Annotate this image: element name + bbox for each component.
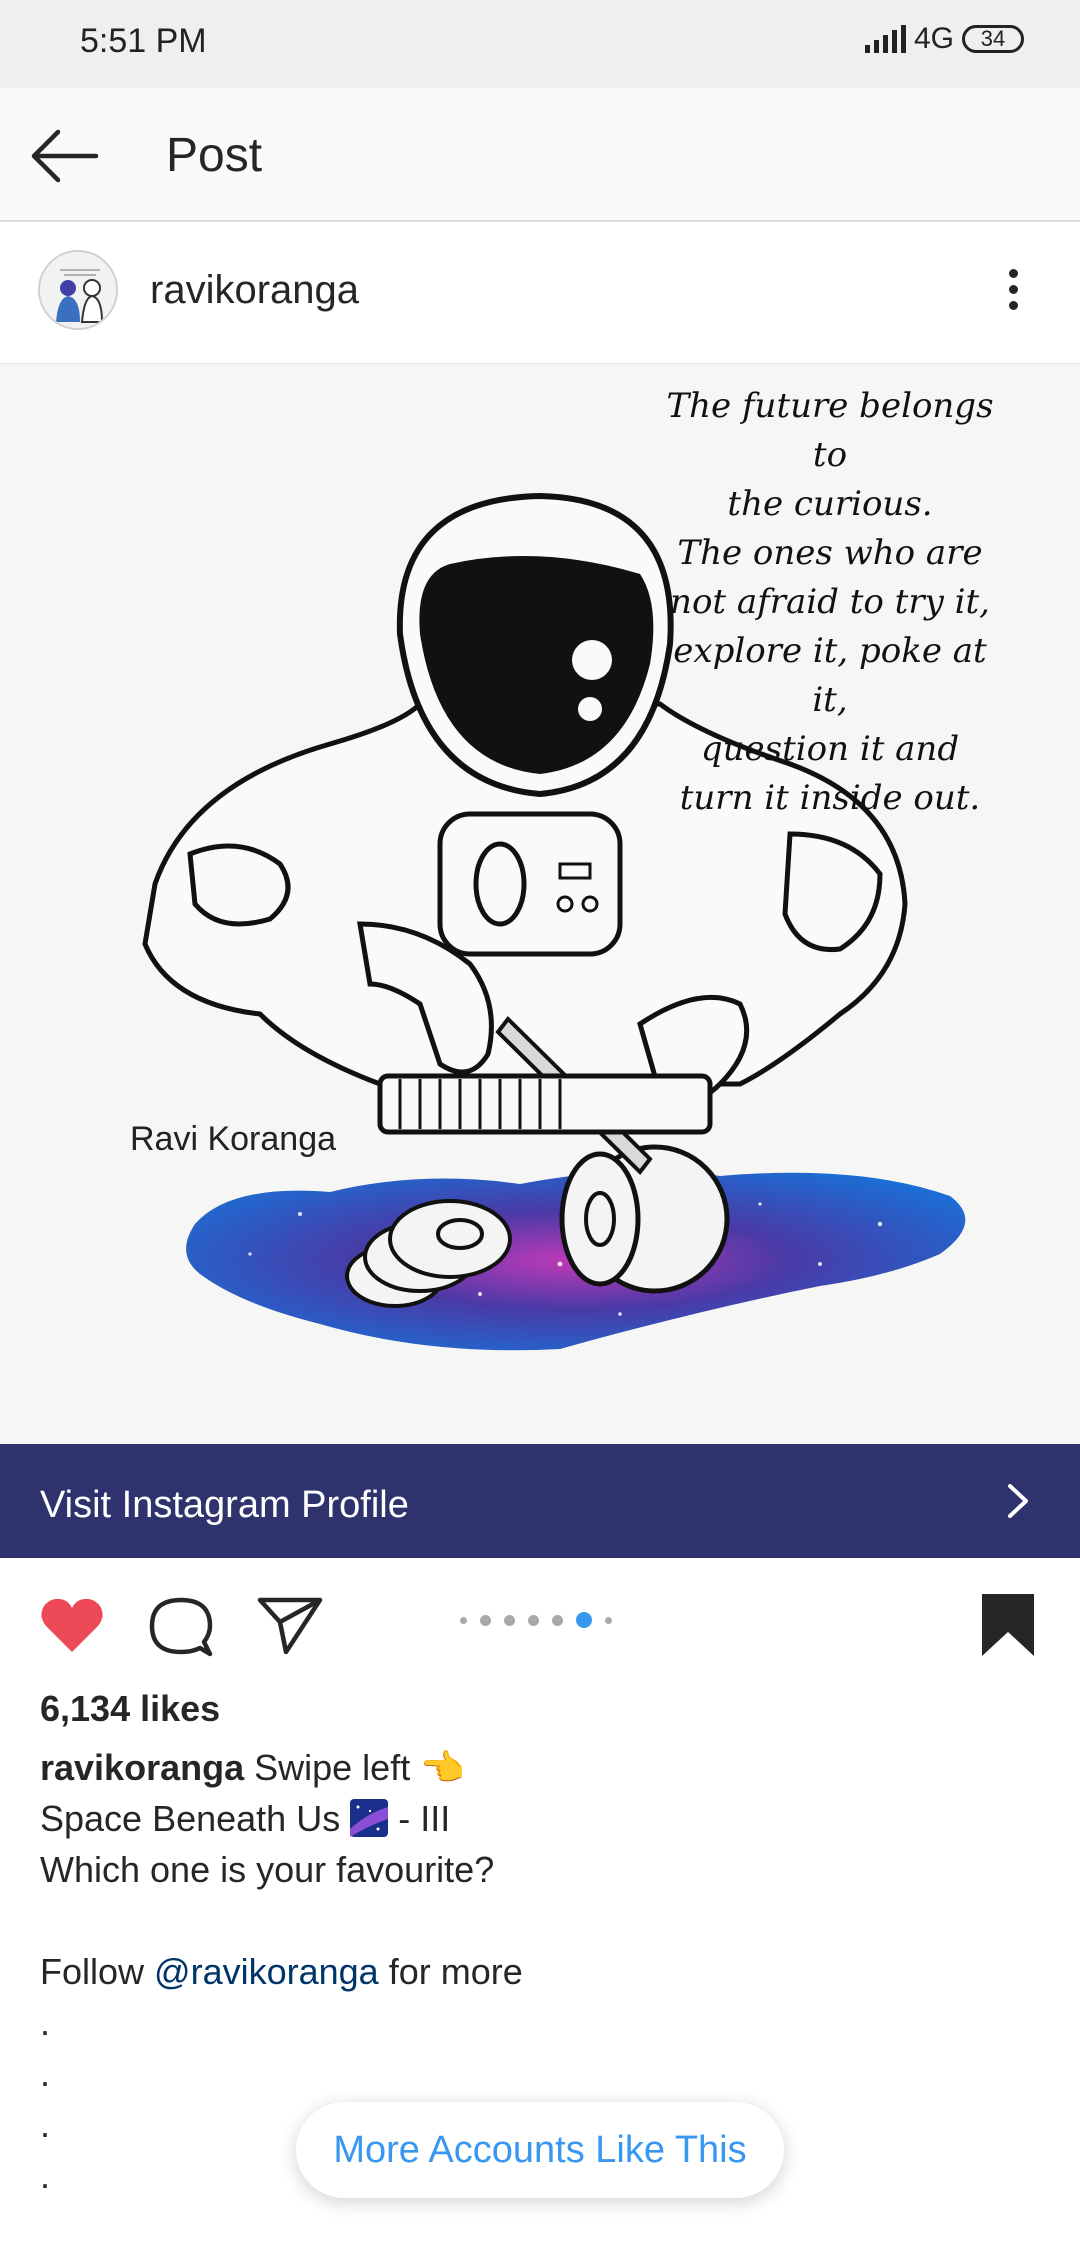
caption-line: Space Beneath Us - III xyxy=(40,1793,1040,1844)
caption-dot: . xyxy=(40,2053,51,2094)
visit-profile-label: Visit Instagram Profile xyxy=(40,1484,409,1526)
post-actions xyxy=(0,1558,1080,1688)
caption-line: Follow @ravikoranga for more xyxy=(40,1946,1040,1997)
carousel-dot xyxy=(504,1614,515,1626)
pointing-hand-emoji: 👈 xyxy=(420,1747,466,1788)
caption-text: - III xyxy=(398,1798,451,1839)
quote-line: The ones who are xyxy=(677,533,983,573)
page-title: Post xyxy=(166,129,263,182)
quote-line: not afraid to try it, xyxy=(670,582,990,622)
quote-line: The future belongs to xyxy=(666,386,994,475)
comment-icon[interactable] xyxy=(148,1594,214,1660)
share-icon[interactable] xyxy=(256,1594,324,1656)
status-time: 5:51 PM xyxy=(80,22,207,60)
carousel-indicator xyxy=(460,1612,612,1628)
caption-mention-link[interactable]: @ravikoranga xyxy=(154,1951,379,1992)
caption-line: ravikoranga Swipe left 👈 xyxy=(40,1742,1040,1793)
quote-line: question it and xyxy=(700,729,960,769)
milky-way-emoji-icon xyxy=(350,1799,389,1837)
post-image[interactable]: The future belongs to the curious. The o… xyxy=(0,364,1080,1444)
carousel-dot-active xyxy=(576,1612,592,1628)
bookmark-icon[interactable] xyxy=(978,1590,1038,1660)
post-header: ravikoranga xyxy=(0,222,1080,364)
chevron-right-icon xyxy=(1008,1484,1028,1518)
avatar-image xyxy=(40,252,116,328)
heart-icon[interactable] xyxy=(38,1594,106,1656)
more-options-icon[interactable] xyxy=(1000,262,1026,322)
caption-dot: . xyxy=(40,2002,51,2043)
likes-count[interactable]: 6,134 likes xyxy=(40,1688,220,1730)
carousel-dot xyxy=(552,1614,563,1626)
quote-line: explore it, poke at it, xyxy=(673,631,987,720)
battery-icon: 34 xyxy=(962,25,1024,53)
quote-line: turn it inside out. xyxy=(679,778,981,818)
artwork-quote: The future belongs to the curious. The o… xyxy=(660,382,1000,823)
visit-profile-banner[interactable]: Visit Instagram Profile xyxy=(0,1444,1080,1558)
caption-line: Which one is your favourite? xyxy=(40,1849,495,1890)
artist-signature: Ravi Koranga xyxy=(130,1120,337,1158)
carousel-dot xyxy=(460,1616,467,1624)
carousel-dot xyxy=(480,1614,491,1626)
quote-line: the curious. xyxy=(727,484,933,524)
network-type: 4G xyxy=(913,22,954,55)
app-bar: Post xyxy=(0,88,1080,222)
caption-text: Swipe left xyxy=(254,1747,411,1788)
signal-icon xyxy=(864,25,906,53)
battery-level: 34 xyxy=(980,26,1006,51)
caption-username[interactable]: ravikoranga xyxy=(40,1747,244,1788)
avatar[interactable] xyxy=(38,250,118,330)
back-arrow-icon[interactable] xyxy=(28,124,100,188)
status-indicators: 4G 34 xyxy=(864,22,1024,56)
carousel-dot xyxy=(528,1614,539,1626)
caption-text: Space Beneath Us xyxy=(40,1798,341,1839)
caption-text: Follow xyxy=(40,1951,145,1992)
post-username[interactable]: ravikoranga xyxy=(150,268,359,313)
more-accounts-button[interactable]: More Accounts Like This xyxy=(296,2102,784,2198)
status-bar: 5:51 PM 4G 34 xyxy=(0,0,1080,88)
caption-text: for more xyxy=(388,1951,523,1992)
carousel-dot xyxy=(605,1616,612,1624)
